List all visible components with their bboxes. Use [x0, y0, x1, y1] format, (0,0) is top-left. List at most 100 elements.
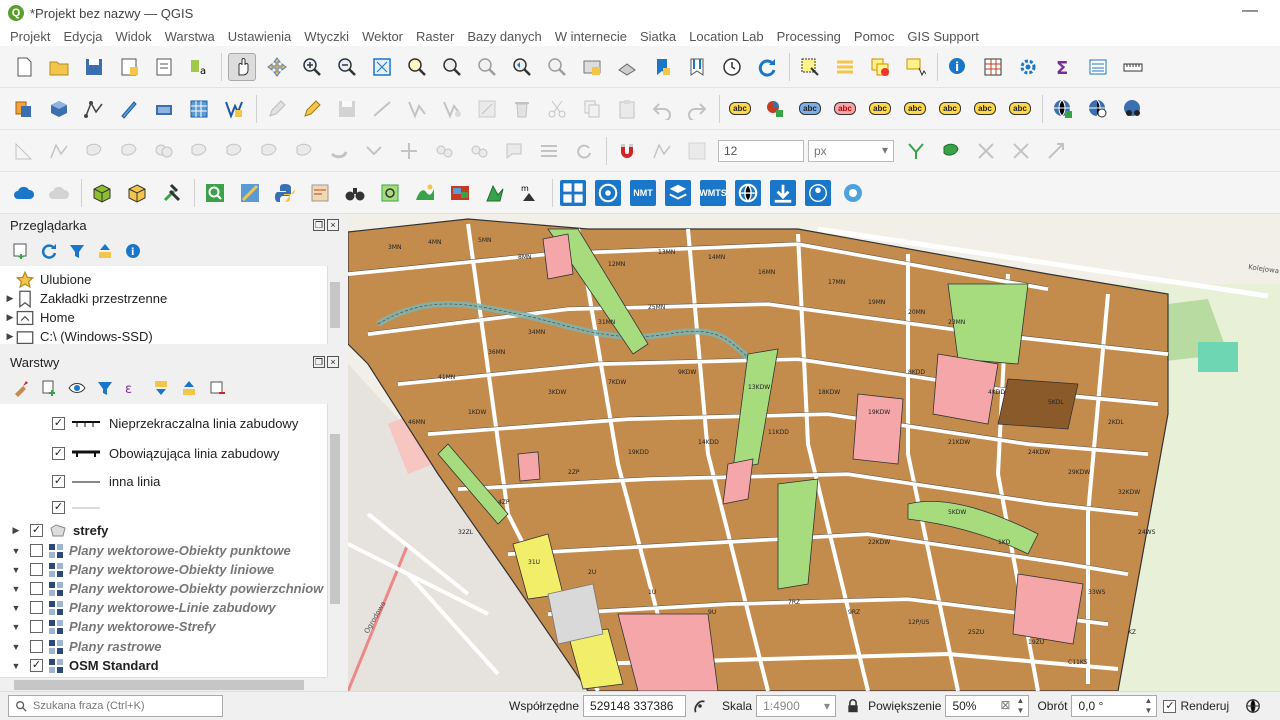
spin-arrows-icon[interactable]: ▲ ▼ — [1145, 696, 1153, 716]
topological-editing-icon[interactable] — [902, 137, 930, 165]
rotate-label-icon[interactable]: abc — [936, 95, 964, 123]
redo-icon[interactable] — [683, 95, 711, 123]
open-styling-icon[interactable] — [12, 379, 30, 397]
layers-plugin-icon[interactable] — [664, 179, 692, 207]
3d-box-green-icon[interactable] — [88, 179, 116, 207]
current-edits-icon[interactable] — [263, 95, 291, 123]
layers-scrollbar[interactable] — [327, 404, 341, 677]
rotate-feature-icon[interactable] — [570, 137, 598, 165]
split-parts-icon[interactable] — [325, 137, 353, 165]
zoom-next-icon[interactable] — [543, 53, 571, 81]
layer-row-zones[interactable]: ▼ Plany wektorowe-Strefy — [10, 617, 216, 636]
add-wms-globe-icon[interactable] — [1049, 95, 1077, 123]
add-ring-icon[interactable] — [10, 137, 38, 165]
map-svg[interactable]: 3MN 4MN 5MN 8MN 12MN 13MN 14MN 16MN 17MN 19MN 20MN… — [348, 214, 1280, 691]
georeferencer-icon[interactable] — [306, 179, 334, 207]
tracing-icon[interactable] — [1007, 137, 1035, 165]
highlight-pinned-labels-icon[interactable]: abc — [796, 95, 824, 123]
measure-line-icon[interactable] — [1119, 53, 1147, 81]
menu-bazy-danych[interactable]: Bazy danych — [467, 29, 541, 44]
rotate-point-icon[interactable] — [430, 137, 458, 165]
layer-row-line-objects[interactable]: ▼ Plany wektorowe-Obiekty liniowe — [10, 560, 275, 579]
wmts-plugin-icon[interactable]: WMTS — [699, 179, 727, 207]
menu-w-internecie[interactable]: W internecie — [555, 29, 627, 44]
offset-curve-icon[interactable] — [220, 137, 248, 165]
search-wms-icon[interactable] — [1084, 95, 1112, 123]
delete-selected-icon[interactable] — [508, 95, 536, 123]
shape-tools-icon[interactable] — [481, 179, 509, 207]
lock-scale-icon[interactable] — [846, 699, 860, 713]
layer-checkbox[interactable] — [30, 582, 43, 595]
zoom-last-icon[interactable] — [508, 53, 536, 81]
new-print-layout-icon[interactable] — [115, 53, 143, 81]
layer-checkbox[interactable] — [30, 620, 43, 633]
menu-pomoc[interactable]: Pomoc — [854, 29, 894, 44]
view-layer-globe-icon[interactable] — [1119, 95, 1147, 123]
menu-location-lab[interactable]: Location Lab — [689, 29, 763, 44]
layer-row-building-lines[interactable]: ▼ Plany wektorowe-Linie zabudowy — [10, 598, 276, 617]
spin-arrows-icon[interactable]: ▲ ▼ — [1017, 696, 1025, 716]
layout-manager-icon[interactable] — [150, 53, 178, 81]
align-icon[interactable] — [535, 137, 563, 165]
globe-plugin-icon[interactable] — [734, 179, 762, 207]
new-3d-view-icon[interactable] — [613, 53, 641, 81]
add-part-icon[interactable] — [45, 137, 73, 165]
merge-attributes-icon[interactable] — [395, 137, 423, 165]
add-wms-layer-icon[interactable] — [220, 95, 248, 123]
cloud-sync-icon[interactable] — [45, 179, 73, 207]
pin-unpin-labels-icon[interactable]: abc — [831, 95, 859, 123]
layer-labeling-icon[interactable]: abc — [726, 95, 754, 123]
locator-search-input[interactable]: Szukana fraza (Ctrl+K) — [8, 695, 223, 717]
layer-row-raster-plans[interactable]: ▼ Plany rastrowe — [10, 637, 162, 656]
python-console-icon[interactable] — [271, 179, 299, 207]
deselect-features-icon[interactable] — [866, 53, 894, 81]
new-project-icon[interactable] — [10, 53, 38, 81]
binoculars-icon[interactable] — [341, 179, 369, 207]
menu-siatka[interactable]: Siatka — [640, 29, 676, 44]
undock-icon[interactable]: ❐ — [313, 356, 325, 368]
legend-checkbox[interactable]: ✓ — [52, 475, 65, 488]
identify-features-icon[interactable]: i — [944, 53, 972, 81]
add-group-icon[interactable] — [40, 379, 58, 397]
filter-expression-icon[interactable]: ε — [124, 379, 142, 397]
layer-checkbox[interactable] — [30, 563, 43, 576]
scale-select[interactable]: 1:4900 ▾ — [756, 695, 837, 717]
split-features-icon[interactable] — [290, 137, 318, 165]
zoom-native-icon[interactable] — [473, 53, 501, 81]
snapping-intersections-icon[interactable] — [972, 137, 1000, 165]
filter-browser-icon[interactable] — [68, 242, 86, 260]
show-bookmarks-icon[interactable] — [683, 53, 711, 81]
pan-map-icon[interactable] — [228, 52, 256, 81]
field-calculator-icon[interactable]: Σ — [1049, 53, 1077, 81]
snapping-mode-icon[interactable] — [648, 137, 676, 165]
legend-checkbox[interactable]: ✓ — [52, 501, 65, 514]
layer-diagram-icon[interactable] — [761, 95, 789, 123]
legend-item-mandatory-line[interactable]: ✓ Obowiązująca linia zabudowy — [52, 444, 280, 463]
zoom-full-icon[interactable] — [368, 53, 396, 81]
collapse-all-icon[interactable] — [96, 242, 114, 260]
mmqgis-icon[interactable]: m — [516, 179, 544, 207]
close-panel-icon[interactable]: × — [327, 219, 339, 231]
close-panel-icon[interactable]: × — [327, 356, 339, 368]
save-project-icon[interactable] — [80, 53, 108, 81]
new-bookmark-icon[interactable] — [648, 53, 676, 81]
target-plugin-icon[interactable] — [594, 179, 622, 207]
map-canvas[interactable]: 3MN 4MN 5MN 8MN 12MN 13MN 14MN 16MN 17MN 19MN 20MN… — [348, 214, 1280, 691]
menu-widok[interactable]: Widok — [116, 29, 152, 44]
cut-features-icon[interactable] — [543, 95, 571, 123]
magnifier-spinbox[interactable]: 50% ⊠ ▲ ▼ — [945, 695, 1030, 717]
layer-checkbox[interactable] — [30, 544, 43, 557]
add-virtual-layer-icon[interactable] — [150, 95, 178, 123]
minimize-icon[interactable]: — — [1242, 2, 1258, 20]
layer-checkbox[interactable] — [30, 601, 43, 614]
avoid-overlap-icon[interactable] — [937, 137, 965, 165]
messages-globe-icon[interactable] — [1245, 698, 1261, 714]
menu-wektor[interactable]: Wektor — [362, 29, 403, 44]
gis-support-plugin-icon[interactable] — [839, 179, 867, 207]
menu-gis-support[interactable]: GIS Support — [907, 29, 979, 44]
reshape-icon[interactable] — [185, 137, 213, 165]
menu-wtyczki[interactable]: Wtyczki — [304, 29, 349, 44]
layer-row-point-objects[interactable]: ▼ Plany wektorowe-Obiekty punktowe — [10, 541, 291, 560]
self-snapping-icon[interactable] — [1042, 137, 1070, 165]
image-layer-icon[interactable] — [446, 179, 474, 207]
